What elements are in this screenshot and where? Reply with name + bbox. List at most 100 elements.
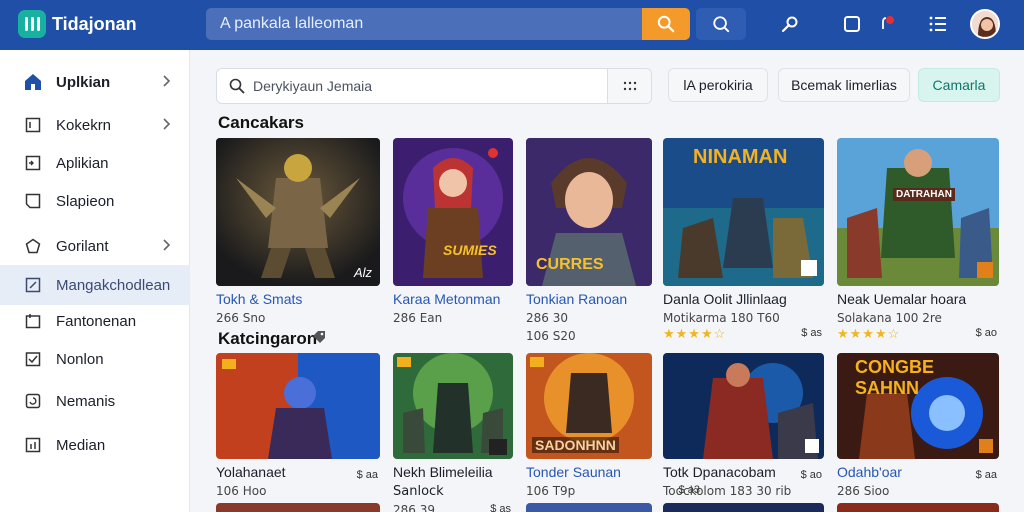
game-thumbnail-partial[interactable] [663, 503, 824, 512]
game-card[interactable]: CONGBE SAHNN Odahb'oar $ aa 286 Sioo [837, 353, 999, 498]
notifications-button[interactable] [874, 12, 898, 36]
filter-search-field[interactable]: Derykiyaun Jemaia [216, 68, 652, 104]
sidebar-item-label: Uplkian [56, 73, 111, 91]
game-thumbnail[interactable]: SUMIES [393, 138, 513, 286]
filter-placeholder: Derykiyaun Jemaia [253, 78, 373, 94]
filter-button-limerlias[interactable]: Bcemak limerlias [778, 68, 910, 102]
game-thumbnail[interactable] [393, 353, 513, 459]
game-thumbnail-partial[interactable] [837, 503, 999, 512]
sidebar-item-label: Aplikian [56, 154, 109, 172]
window-button[interactable] [840, 12, 864, 36]
key-button[interactable] [778, 12, 802, 36]
game-title: Neak Uemalar hoara [837, 291, 967, 307]
game-card[interactable]: Yolahanaet $ aa 106 Hoo [216, 353, 380, 498]
sidebar-item-home[interactable]: Uplkian [0, 62, 190, 102]
game-title: Danla Oolit Jllinlaag [663, 291, 787, 307]
game-meta: 286 Sioo [837, 484, 890, 498]
game-thumbnail[interactable]: SADONHNN [526, 353, 652, 459]
sidebar-item-fantonenan[interactable]: Fantonenan [0, 301, 190, 341]
game-card[interactable]: SADONHNN Tonder Saunan 106 T9p $ a3 [526, 353, 700, 498]
search-button[interactable] [642, 8, 690, 40]
game-title: Tonder Saunan [526, 464, 621, 480]
filter-button-camarla[interactable]: Camarla [918, 68, 1000, 102]
game-title: Tokh & Smats [216, 291, 303, 307]
game-card[interactable]: CURRES Tonkian Ranoan 286 30 106 S20 [526, 138, 652, 343]
voice-search-button[interactable] [696, 8, 746, 40]
sidebar-item-slapieon[interactable]: Slapieon [0, 181, 190, 221]
edit-icon [24, 276, 42, 294]
sidebar-item-label: Kokekrn [56, 116, 112, 134]
sidebar-item-median[interactable]: Median [0, 425, 190, 465]
game-meta: 286 30 [526, 311, 568, 325]
top-bar: Tidajonan A pankala lalleoman [0, 0, 1024, 50]
sidebar-item-label: Mangakchodlean [56, 276, 171, 294]
game-price: $ aa [356, 469, 378, 481]
entry-icon [24, 154, 42, 172]
game-card[interactable]: Nekh Blimeleilia Sanlock 286 39 $ as [393, 353, 513, 512]
game-price: $ as [801, 327, 822, 339]
game-meta: Sanlock [393, 484, 444, 499]
game-thumbnail[interactable]: NINAMAN [663, 138, 824, 286]
home-icon [24, 73, 42, 91]
game-thumbnail-partial[interactable] [216, 503, 380, 512]
menu-button[interactable] [926, 12, 950, 36]
artwork-banner: DATRAHAN [893, 188, 955, 201]
sidebar-item-label: Fantonenan [56, 312, 137, 330]
game-meta: Solakana 100 2re [837, 311, 942, 325]
sidebar-item-kokekrn[interactable]: Kokekrn [0, 105, 190, 145]
artwork-signature: Alz [353, 265, 372, 280]
game-card[interactable]: Totk Dpanacobam $ ao Toockolom 183 30 ri… [663, 353, 824, 498]
window-icon [844, 16, 860, 32]
user-avatar[interactable] [970, 9, 1000, 39]
tag-icon [313, 331, 325, 343]
sidebar-item-label: Gorilant [56, 237, 109, 255]
game-card[interactable]: DATRAHAN Neak Uemalar hoara Solakana 100… [837, 138, 999, 343]
artwork-banner: SADONHNN [532, 437, 619, 453]
bell-icon [882, 16, 894, 29]
grid-view-button[interactable] [607, 69, 651, 103]
rating-stars: ★★★★☆ [663, 326, 727, 341]
game-card[interactable]: SUMIES Karaa Metonman 286 Ean [393, 138, 513, 325]
grid-icon [623, 81, 636, 91]
game-meta: 286 Ean [393, 311, 443, 325]
sidebar-item-aplikian[interactable]: Aplikian [0, 143, 190, 183]
game-meta: 106 T9p [526, 484, 576, 498]
game-meta: 266 Sno [216, 311, 266, 325]
sidebar-item-gorilant[interactable]: Gorilant [0, 226, 190, 266]
search-input[interactable]: A pankala lalleoman [206, 8, 642, 40]
chart-icon [24, 436, 42, 454]
refresh-icon [24, 392, 42, 410]
game-title: Tonkian Ranoan [526, 291, 628, 307]
sidebar-item-label: Slapieon [56, 192, 115, 210]
sidebar-item-nonlon[interactable]: Nonlon [0, 339, 190, 379]
square-icon [24, 116, 42, 134]
sidebar-item-label: Median [56, 436, 106, 454]
artwork-banner: NINAMAN [693, 146, 788, 168]
artwork-banner: CURRES [536, 256, 604, 273]
list-menu-icon [929, 16, 946, 32]
game-title: Karaa Metonman [393, 291, 501, 307]
game-card[interactable]: NINAMAN Danla Oolit Jllinlaag Motikarma … [663, 138, 824, 343]
game-thumbnail[interactable]: CURRES [526, 138, 652, 286]
game-thumbnail-partial[interactable] [526, 503, 652, 512]
game-price: $ as [490, 503, 511, 512]
game-thumbnail[interactable] [216, 353, 380, 459]
artwork-banner: SUMIES [443, 242, 497, 258]
game-card[interactable]: Alz Tokh & Smats 266 Sno [216, 138, 380, 325]
sidebar: Uplkian Kokekrn Aplikian Slapieon Gorila… [0, 50, 190, 512]
game-thumbnail[interactable] [663, 353, 824, 459]
game-thumbnail[interactable]: CONGBE SAHNN [837, 353, 999, 459]
filter-button-perokiria[interactable]: lA perokiria [668, 68, 768, 102]
chevron-right-icon [163, 239, 171, 251]
search-icon [229, 78, 245, 94]
game-title: Yolahanaet [216, 464, 286, 480]
checklist-icon [24, 350, 42, 368]
game-thumbnail[interactable]: DATRAHAN [837, 138, 999, 286]
game-title: Nekh Blimeleilia [393, 464, 493, 480]
sidebar-item-mangakchodlean[interactable]: Mangakchodlean [0, 265, 190, 305]
game-thumbnail[interactable]: Alz [216, 138, 380, 286]
calendar-icon [24, 312, 42, 330]
game-meta-secondary: 106 S20 [526, 329, 576, 343]
app-logo[interactable] [18, 10, 46, 38]
sidebar-item-nemanis[interactable]: Nemanis [0, 381, 190, 421]
